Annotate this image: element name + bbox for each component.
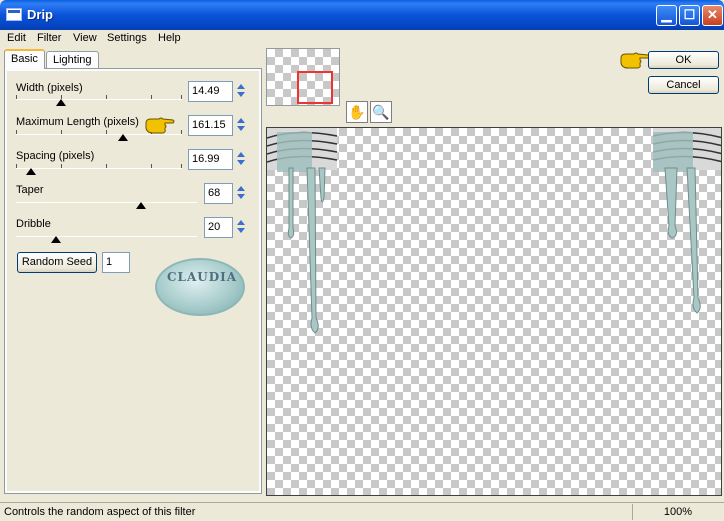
tab-basic[interactable]: Basic xyxy=(4,49,45,69)
dribble-spinner[interactable] xyxy=(234,217,249,237)
window-title: Drip xyxy=(27,7,53,22)
taper-spinner[interactable] xyxy=(234,183,249,203)
dribble-input[interactable]: 20 xyxy=(204,217,233,238)
spin-up-icon xyxy=(237,118,245,123)
spin-down-icon xyxy=(237,228,245,233)
spin-down-icon xyxy=(237,194,245,199)
maximize-icon: ☐ xyxy=(683,7,696,22)
hand-icon: ✋ xyxy=(348,104,366,120)
app-icon xyxy=(6,8,22,21)
zoom-level: 100% xyxy=(663,506,692,518)
width-slider-track[interactable] xyxy=(16,95,182,100)
zoom-tool-button[interactable]: 🔍 xyxy=(370,101,392,123)
dribble-slider-track[interactable] xyxy=(16,236,197,237)
taper-slider-track[interactable] xyxy=(16,202,197,203)
watermark-text: CLAUDIA xyxy=(167,270,238,284)
status-divider xyxy=(632,504,633,520)
pan-tool-button[interactable]: ✋ xyxy=(346,101,368,123)
spacing-slider-track[interactable] xyxy=(16,164,182,169)
taper-label: Taper xyxy=(16,184,44,196)
spacing-input[interactable]: 16.99 xyxy=(188,149,233,170)
ok-button[interactable]: OK xyxy=(648,51,719,69)
maximize-button[interactable]: ☐ xyxy=(679,5,700,26)
tab-lighting[interactable]: Lighting xyxy=(46,51,99,69)
menu-view[interactable]: View xyxy=(73,32,97,44)
spin-up-icon xyxy=(237,186,245,191)
navigator-thumbnail[interactable] xyxy=(266,48,340,106)
max-length-input[interactable]: 161.15 xyxy=(188,115,233,136)
claudia-watermark-logo: CLAUDIA xyxy=(155,258,245,316)
cancel-button[interactable]: Cancel xyxy=(648,76,719,94)
spin-up-icon xyxy=(237,220,245,225)
minimize-icon: ▁ xyxy=(661,7,672,22)
spin-down-icon xyxy=(237,160,245,165)
close-icon: ✕ xyxy=(707,7,718,22)
menu-settings[interactable]: Settings xyxy=(107,32,147,44)
pointing-hand-icon xyxy=(145,117,175,134)
random-seed-button[interactable]: Random Seed xyxy=(17,252,97,273)
title-bar[interactable]: Drip ▁ ☐ ✕ xyxy=(0,0,724,30)
menu-edit[interactable]: Edit xyxy=(7,32,26,44)
drip-preview-image xyxy=(267,128,721,334)
spin-up-icon xyxy=(237,152,245,157)
dribble-slider-thumb[interactable] xyxy=(51,236,61,243)
random-seed-input[interactable]: 1 xyxy=(102,252,130,273)
status-bar: Controls the random aspect of this filte… xyxy=(0,502,724,521)
max-length-slider-thumb[interactable] xyxy=(118,134,128,141)
spin-down-icon xyxy=(237,92,245,97)
width-input[interactable]: 14.49 xyxy=(188,81,233,102)
magnifier-icon: 🔍 xyxy=(372,104,390,120)
taper-slider-thumb[interactable] xyxy=(136,202,146,209)
spacing-spinner[interactable] xyxy=(234,149,249,169)
status-text: Controls the random aspect of this filte… xyxy=(4,506,196,518)
spin-down-icon xyxy=(237,126,245,131)
max-length-spinner[interactable] xyxy=(234,115,249,135)
menu-filter[interactable]: Filter xyxy=(37,32,61,44)
spacing-slider-thumb[interactable] xyxy=(26,168,36,175)
dribble-label: Dribble xyxy=(16,218,51,230)
menu-bar: Edit Filter View Settings Help xyxy=(0,30,724,48)
max-length-label: Maximum Length (pixels) xyxy=(16,116,139,128)
preview-canvas[interactable] xyxy=(266,127,722,496)
spin-up-icon xyxy=(237,84,245,89)
close-button[interactable]: ✕ xyxy=(702,5,723,26)
taper-input[interactable]: 68 xyxy=(204,183,233,204)
pointing-hand-icon xyxy=(620,52,650,69)
minimize-button[interactable]: ▁ xyxy=(656,5,677,26)
viewport-rectangle[interactable] xyxy=(297,71,333,104)
menu-help[interactable]: Help xyxy=(158,32,181,44)
spacing-label: Spacing (pixels) xyxy=(16,150,95,162)
width-slider-thumb[interactable] xyxy=(56,99,66,106)
width-spinner[interactable] xyxy=(234,81,249,101)
width-label: Width (pixels) xyxy=(16,82,83,94)
